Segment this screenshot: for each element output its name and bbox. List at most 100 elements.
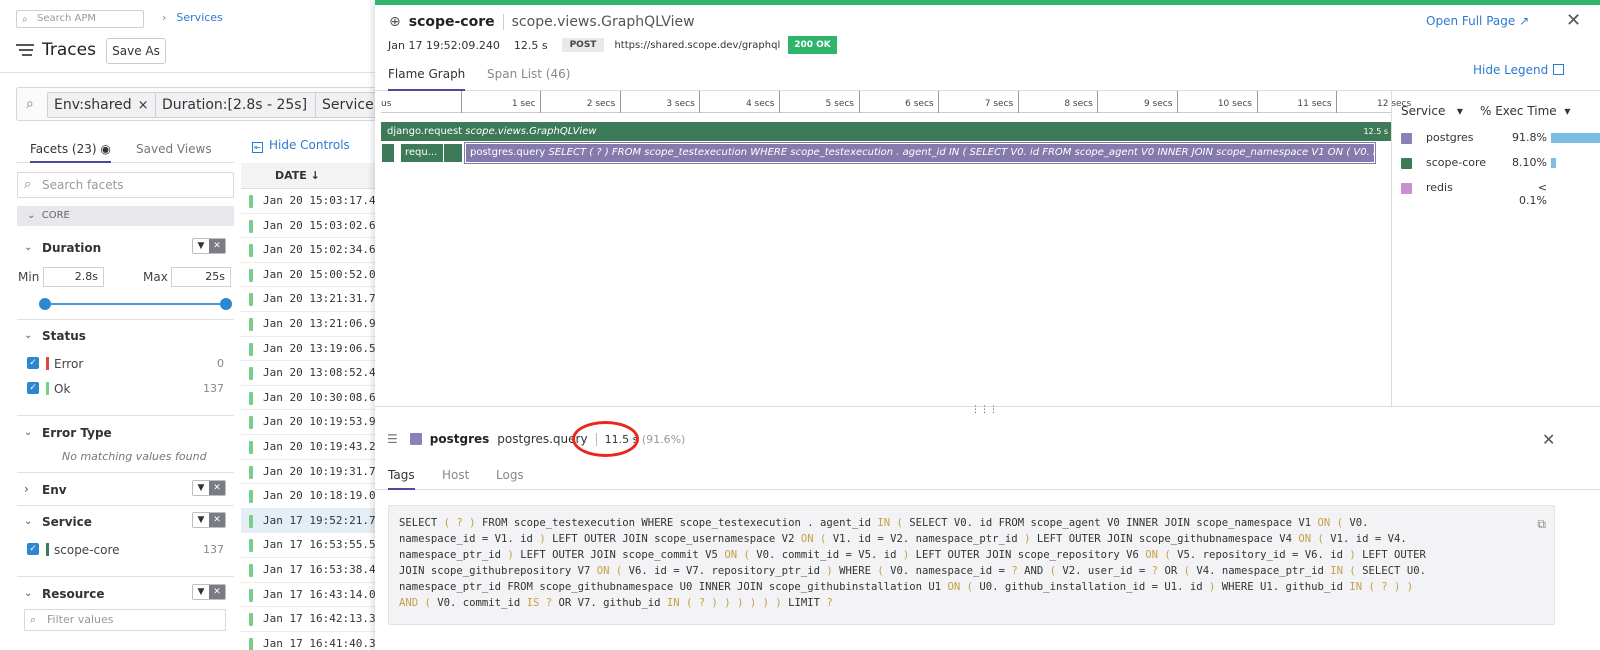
tab-host[interactable]: Host	[442, 468, 469, 482]
table-row[interactable]: Jan 17 16:43:14.05	[241, 583, 390, 608]
table-row[interactable]: Jan 17 16:53:55.50	[241, 533, 390, 558]
table-row[interactable]: Jan 17 16:41:40.37	[241, 632, 390, 650]
sql-token: IS ?	[526, 597, 559, 609]
search-facets-input[interactable]: ⌕ Search facets	[17, 172, 234, 198]
sql-token: )	[819, 565, 840, 577]
tab-saved-views[interactable]: Saved Views	[136, 142, 212, 156]
slider-handle-min[interactable]	[39, 298, 51, 310]
sql-token: (	[877, 565, 891, 577]
flame-graph[interactable]: us 1 sec 2 secs 3 secs 4 secs 5 secs 6 secs 7 s…	[381, 91, 1411, 401]
query-pill-duration[interactable]: Duration:[2.8s - 25s]×	[155, 92, 331, 118]
tab-facets[interactable]: Facets (23) ◉	[30, 142, 111, 163]
legend-item-scope-core[interactable]: scope-core 8.10%	[1401, 156, 1600, 172]
table-row[interactable]: Jan 17 19:52:21.76	[241, 508, 390, 534]
service-facet-title[interactable]: Service	[42, 515, 92, 529]
open-full-page-link[interactable]: Open Full Page ↗	[1426, 14, 1529, 28]
time-tick: 3 secs	[619, 91, 699, 113]
sql-token: LEFT OUTER JOIN scope_repository V6	[915, 549, 1146, 561]
divider	[17, 576, 234, 577]
remove-pill-icon[interactable]: ×	[138, 98, 149, 113]
duration-facet-title[interactable]: Duration	[42, 241, 101, 255]
sql-token: AND	[1024, 565, 1050, 577]
table-row[interactable]: Jan 20 13:21:31.70	[241, 287, 390, 312]
table-row[interactable]: Jan 20 10:19:43.23	[241, 435, 390, 460]
chevron-down-icon[interactable]: ⌄	[24, 427, 32, 438]
chevron-down-icon[interactable]: ⌄	[24, 516, 32, 527]
status-ok-checkbox[interactable]: ✓	[27, 382, 39, 394]
table-row[interactable]: Jan 20 15:03:02.65	[241, 214, 390, 239]
legend-service-header[interactable]: Service ▾	[1401, 104, 1463, 118]
date-column-header[interactable]: DATE ↓	[241, 163, 390, 189]
sql-token: V0. commit_id	[437, 597, 527, 609]
tab-flame-graph[interactable]: Flame Graph	[388, 67, 466, 91]
close-panel-icon[interactable]: ✕	[1566, 10, 1581, 31]
page-title: Traces	[16, 40, 96, 60]
close-span-icon[interactable]: ✕	[1542, 430, 1555, 449]
legend-exec-time-header[interactable]: % Exec Time ▾	[1480, 104, 1570, 118]
close-icon[interactable]: ✕	[209, 585, 225, 599]
table-row[interactable]: Jan 20 10:19:31.72	[241, 460, 390, 485]
span-child-small[interactable]	[443, 143, 463, 163]
filter-icon[interactable]: ▼	[193, 585, 209, 599]
table-row[interactable]: Jan 20 10:19:53.91	[241, 410, 390, 435]
status-error-checkbox[interactable]: ✓	[27, 357, 39, 369]
table-row[interactable]: Jan 20 15:02:34.67	[241, 238, 390, 263]
close-icon[interactable]: ✕	[209, 239, 225, 253]
chevron-down-icon[interactable]: ⌄	[24, 330, 32, 341]
tab-logs[interactable]: Logs	[496, 468, 524, 482]
error-type-facet-title[interactable]: Error Type	[42, 426, 112, 440]
table-row[interactable]: Jan 17 16:42:13.33	[241, 607, 390, 632]
span-child-small[interactable]	[381, 143, 395, 163]
duration-slider-track[interactable]	[45, 303, 225, 305]
search-icon: ⌕	[30, 613, 37, 626]
sql-token: V5. repository_id = V6. id	[1177, 549, 1343, 561]
legend-item-redis[interactable]: redis < 0.1%	[1401, 181, 1600, 207]
save-as-button[interactable]: Save As	[106, 38, 166, 64]
breadcrumb-services[interactable]: Services	[176, 11, 222, 24]
table-row[interactable]: Jan 20 13:21:06.99	[241, 312, 390, 337]
query-pill-service[interactable]: Service	[315, 92, 380, 118]
legend-item-postgres[interactable]: postgres 91.8%	[1401, 131, 1600, 147]
filter-icon[interactable]: ▼	[193, 481, 209, 495]
close-icon[interactable]: ✕	[209, 481, 225, 495]
hide-controls-button[interactable]: ⇤ Hide Controls	[252, 138, 350, 153]
table-row[interactable]: Jan 20 10:18:19.08	[241, 484, 390, 509]
table-row[interactable]: Jan 20 15:03:17.42	[241, 189, 390, 214]
min-duration-input[interactable]: 2.8s	[43, 267, 104, 287]
sql-line: namespace_id = V1. id ) LEFT OUTER JOIN …	[399, 531, 1518, 547]
core-section-header[interactable]: ⌄ CORE	[17, 206, 234, 226]
table-row[interactable]: Jan 20 13:08:52.46	[241, 361, 390, 386]
chevron-down-icon[interactable]: ⌄	[24, 588, 32, 599]
chevron-right-icon[interactable]: ›	[24, 482, 29, 496]
table-row[interactable]: Jan 17 16:53:38.43	[241, 558, 390, 583]
resource-filter-input[interactable]: ⌕ Filter values	[24, 609, 226, 631]
sql-token: V1. id = V4.	[1330, 533, 1407, 545]
sql-token: ON (	[724, 549, 757, 561]
service-scope-core-checkbox[interactable]: ✓	[27, 543, 39, 555]
filter-icon[interactable]: ▼	[193, 513, 209, 527]
close-icon[interactable]: ✕	[209, 513, 225, 527]
status-facet-title[interactable]: Status	[42, 329, 86, 343]
table-row[interactable]: Jan 20 13:19:06.50	[241, 337, 390, 362]
copy-icon[interactable]: ⧉	[1537, 516, 1546, 532]
tab-span-list[interactable]: Span List (46)	[487, 67, 570, 81]
max-duration-input[interactable]: 25s	[171, 267, 231, 287]
sql-line: AND ( V0. commit_id IS ? OR V7. github_i…	[399, 595, 1518, 611]
span-django-request[interactable]: django.request scope.views.GraphQLView 1…	[381, 122, 1392, 141]
slider-handle-max[interactable]	[220, 298, 232, 310]
span-postgres-query[interactable]: postgres.query SELECT ( ? ) FROM scope_t…	[464, 142, 1376, 164]
drag-handle-icon[interactable]: ⋮⋮⋮	[971, 405, 998, 415]
sql-token: V6. id = V7. repository_ptr_id	[628, 565, 820, 577]
env-facet-title[interactable]: Env	[42, 483, 67, 497]
table-row[interactable]: Jan 20 15:00:52.08	[241, 263, 390, 288]
tab-tags[interactable]: Tags	[388, 468, 415, 490]
apm-search-input[interactable]: ⌕ Search APM	[16, 10, 144, 28]
filter-icon[interactable]: ▼	[193, 239, 209, 253]
table-row[interactable]: Jan 20 10:30:08.69	[241, 386, 390, 411]
hide-legend-button[interactable]: Hide Legend	[1473, 63, 1565, 77]
chevron-down-icon[interactable]: ⌄	[24, 242, 32, 253]
resource-facet-title[interactable]: Resource	[42, 587, 104, 601]
span-request[interactable]: requ...	[400, 143, 444, 163]
query-bar[interactable]: ⌕ Env:shared× Duration:[2.8s - 25s]× Ser…	[16, 87, 390, 121]
query-pill-env[interactable]: Env:shared ×	[47, 92, 156, 118]
